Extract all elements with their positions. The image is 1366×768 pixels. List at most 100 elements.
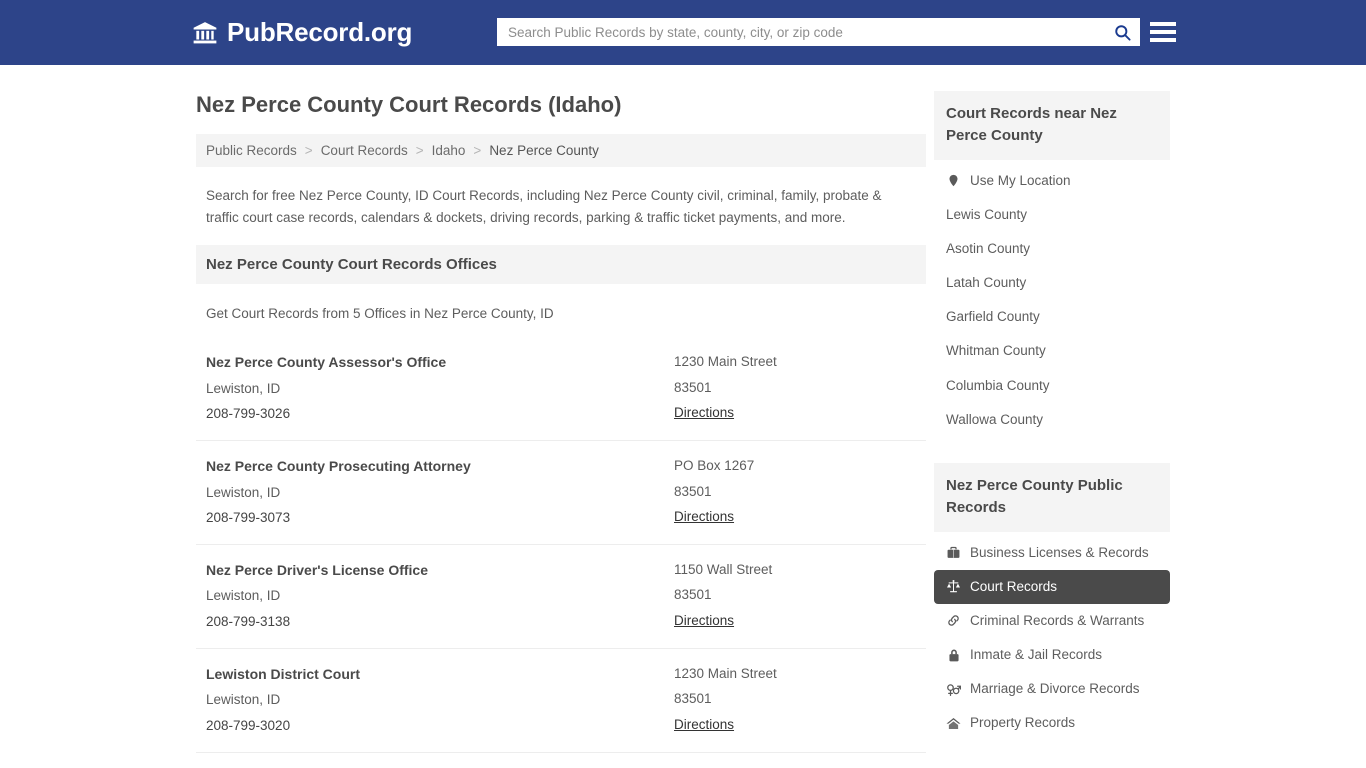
directions-link[interactable]: Directions — [674, 608, 734, 634]
house-icon — [946, 716, 961, 731]
office-row: Nez Perce County Assessor's Office Lewist… — [196, 337, 926, 441]
office-phone: 208-799-3026 — [206, 406, 291, 422]
records-item-marriage-divorce-records[interactable]: Marriage & Divorce Records — [934, 672, 1170, 706]
nearby-item-label: Whitman County — [946, 343, 1046, 359]
records-item-court-records[interactable]: Court Records — [934, 569, 1170, 604]
hamburger-bar — [1150, 38, 1176, 42]
hamburger-menu-icon[interactable] — [1150, 19, 1176, 45]
page-container: Nez Perce County Court Records (Idaho) P… — [0, 65, 1366, 768]
office-zip: 83501 — [674, 691, 712, 707]
records-item-label: Court Records — [970, 578, 1058, 594]
nearby-item-lewis-county[interactable]: Lewis County — [934, 198, 1170, 232]
office-info: Lewiston District Court Lewiston, ID 208-7… — [206, 661, 674, 739]
directions-link[interactable]: Directions — [674, 504, 734, 530]
office-name-link[interactable]: Lewiston District Court — [206, 661, 674, 688]
records-item-inmate-jail-records[interactable]: Inmate & Jail Records — [934, 638, 1170, 672]
office-city-state: Lewiston, ID — [206, 484, 281, 500]
records-item-property-records[interactable]: Property Records — [934, 706, 1170, 740]
nearby-counties-list: Use My Location Lewis County Asotin County… — [934, 160, 1170, 438]
office-name-link[interactable]: Lewiston Driver's License Office — [206, 765, 674, 768]
breadcrumb-item-idaho[interactable]: Idaho — [432, 143, 466, 158]
office-row: Nez Perce Driver's License Office Lewisto… — [196, 545, 926, 649]
offices-section-header: Nez Perce County Court Records Offices — [196, 245, 926, 285]
office-row: Lewiston Driver's License OfficeLewiston… — [196, 753, 926, 768]
office-info: Nez Perce County Assessor's Office Lewist… — [206, 349, 674, 427]
office-name-link[interactable]: Nez Perce County Assessor's Office — [206, 349, 674, 376]
nearby-item-label: Columbia County — [946, 377, 1050, 393]
briefcase-icon — [946, 545, 961, 560]
search-icon — [1113, 23, 1132, 42]
nearby-item-label: Wallowa County — [946, 411, 1044, 427]
records-item-criminal-records-warrants[interactable]: Criminal Records & Warrants — [934, 604, 1170, 638]
map-pin-icon — [946, 173, 961, 188]
records-item-label: Inmate & Jail Records — [970, 647, 1103, 663]
office-address-block: 1150 Wall Street83501Directions — [674, 765, 916, 768]
records-item-business-licenses-records[interactable]: Business Licenses & Records — [934, 536, 1170, 570]
records-item-label: Business Licenses & Records — [970, 544, 1149, 560]
nearby-item-columbia-county[interactable]: Columbia County — [934, 369, 1170, 403]
hamburger-bar — [1150, 22, 1176, 26]
nearby-item-label: Asotin County — [946, 240, 1031, 256]
nearby-item-label: Lewis County — [946, 206, 1028, 222]
bank-building-icon — [192, 20, 218, 46]
nearby-counties-panel: Court Records near Nez Perce County Use … — [934, 91, 1170, 437]
office-street-address: 1150 Wall Street — [674, 561, 773, 577]
breadcrumb-separator: > — [473, 142, 482, 158]
search-button[interactable] — [1105, 19, 1139, 45]
records-item-label: Marriage & Divorce Records — [970, 681, 1140, 697]
office-info: Lewiston Driver's License OfficeLewiston… — [206, 765, 674, 768]
office-row: Nez Perce County Prosecuting Attorney Lew… — [196, 441, 926, 545]
office-zip: 83501 — [674, 587, 712, 603]
gender-symbols-icon — [946, 682, 961, 697]
office-city-state: Lewiston, ID — [206, 380, 281, 396]
nearby-item-wallowa-county[interactable]: Wallowa County — [934, 403, 1170, 437]
offices-list: Nez Perce County Assessor's Office Lewist… — [196, 337, 926, 768]
breadcrumb-item-court-records[interactable]: Court Records — [321, 143, 408, 158]
office-city-state: Lewiston, ID — [206, 692, 281, 708]
office-zip: 83501 — [674, 483, 712, 499]
nearby-item-garfield-county[interactable]: Garfield County — [934, 300, 1170, 334]
search-input[interactable] — [498, 19, 1105, 45]
intro-description: Search for free Nez Perce County, ID Cou… — [206, 187, 882, 225]
public-records-panel: Nez Perce County Public Records Business… — [934, 463, 1170, 741]
nearby-item-label: Latah County — [946, 275, 1027, 291]
nearby-item-asotin-county[interactable]: Asotin County — [934, 232, 1170, 266]
sidebar: Court Records near Nez Perce County Use … — [934, 65, 1170, 741]
records-item-label: Property Records — [970, 715, 1076, 731]
office-phone: 208-799-3073 — [206, 510, 291, 526]
breadcrumb-item-public-records[interactable]: Public Records — [206, 143, 297, 158]
records-item-label: Criminal Records & Warrants — [970, 612, 1145, 628]
office-address-block: PO Box 1267 83501 Directions — [674, 453, 916, 530]
nearby-item-whitman-county[interactable]: Whitman County — [934, 334, 1170, 368]
breadcrumb-item-nez-perce-county: Nez Perce County — [489, 142, 599, 158]
office-street-address: 1230 Main Street — [674, 665, 777, 681]
brand-logo-link[interactable]: PubRecord.org — [192, 17, 412, 48]
breadcrumb-separator: > — [415, 142, 424, 158]
office-city-state: Lewiston, ID — [206, 588, 281, 604]
brand-name: PubRecord.org — [227, 17, 413, 47]
site-header: PubRecord.org — [0, 0, 1366, 65]
lock-icon — [946, 648, 961, 663]
office-street-address: PO Box 1267 — [674, 457, 755, 473]
nearby-item-latah-county[interactable]: Latah County — [934, 266, 1170, 300]
search-bar — [497, 18, 1140, 46]
nearby-item-use-my-location[interactable]: Use My Location — [934, 164, 1170, 198]
page-title: Nez Perce County Court Records (Idaho) — [196, 92, 622, 117]
directions-link[interactable]: Directions — [674, 712, 734, 738]
breadcrumb: Public Records > Court Records > Idaho > Nez P… — [196, 133, 926, 167]
main-content: Nez Perce County Court Records (Idaho) P… — [196, 65, 926, 768]
office-phone: 208-799-3138 — [206, 614, 291, 630]
nearby-counties-title: Court Records near Nez Perce County — [934, 91, 1170, 160]
office-zip: 83501 — [674, 379, 712, 395]
office-name-link[interactable]: Nez Perce County Prosecuting Attorney — [206, 453, 674, 480]
nearby-item-label: Garfield County — [946, 309, 1040, 325]
scales-icon — [946, 579, 961, 594]
office-row: Lewiston District Court Lewiston, ID 208-7… — [196, 649, 926, 753]
office-street-address: 1150 Wall Street — [674, 765, 916, 768]
office-name-link[interactable]: Nez Perce Driver's License Office — [206, 557, 674, 584]
handcuffs-icon — [946, 613, 961, 628]
office-address-block: 1230 Main Street 83501 Directions — [674, 661, 916, 738]
directions-link[interactable]: Directions — [674, 400, 734, 426]
office-phone: 208-799-3020 — [206, 717, 291, 733]
offices-section-subtitle: Get Court Records from 5 Offices in Nez … — [206, 306, 554, 322]
